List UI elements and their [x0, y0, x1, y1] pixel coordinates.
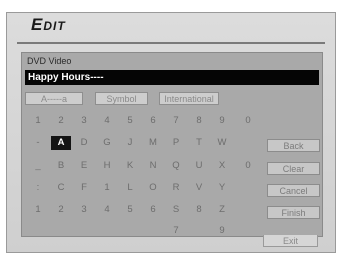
key-cell[interactable]: R: [166, 181, 186, 195]
key-cell[interactable]: 9: [212, 224, 232, 238]
key-cell[interactable]: 4: [97, 203, 117, 217]
key-cell[interactable]: K: [120, 159, 140, 173]
key-cell[interactable]: Y: [212, 181, 232, 195]
key-cell[interactable]: F: [74, 181, 94, 195]
key-cell[interactable]: A: [51, 136, 71, 150]
title-divider: [17, 42, 325, 44]
exit-button[interactable]: Exit: [263, 235, 318, 247]
key-cell[interactable]: 8: [189, 114, 209, 128]
key-cell[interactable]: 9: [212, 114, 232, 128]
key-cell[interactable]: W: [212, 136, 232, 150]
key-cell[interactable]: T: [189, 136, 209, 150]
key-cell[interactable]: U: [189, 159, 209, 173]
key-cell[interactable]: 7: [166, 114, 186, 128]
key-cell[interactable]: B: [51, 159, 71, 173]
key-cell[interactable]: 6: [143, 203, 163, 217]
key-cell[interactable]: 0: [238, 114, 258, 128]
key-cell[interactable]: N: [143, 159, 163, 173]
key-cell[interactable]: 2: [51, 114, 71, 128]
title-name-field[interactable]: Happy Hours----: [25, 70, 319, 85]
key-cell[interactable]: L: [120, 181, 140, 195]
key-cell[interactable]: P: [166, 136, 186, 150]
page-title: Edit: [31, 15, 66, 34]
mode-alphabet-button[interactable]: A-----a: [25, 92, 83, 105]
key-cell[interactable]: G: [97, 136, 117, 150]
key-cell[interactable]: 1: [28, 114, 48, 128]
key-cell[interactable]: X: [212, 159, 232, 173]
key-cell[interactable]: Z: [212, 203, 232, 217]
mode-symbol-button[interactable]: Symbol: [95, 92, 148, 105]
key-cell[interactable]: :: [28, 181, 48, 195]
key-cell[interactable]: Q: [166, 159, 186, 173]
key-cell[interactable]: 0: [238, 159, 258, 173]
key-cell[interactable]: E: [74, 159, 94, 173]
key-cell[interactable]: -: [28, 136, 48, 150]
key-cell[interactable]: 7: [166, 224, 186, 238]
key-cell[interactable]: 5: [120, 203, 140, 217]
key-cell[interactable]: M: [143, 136, 163, 150]
key-cell[interactable]: H: [97, 159, 117, 173]
key-cell[interactable]: 6: [143, 114, 163, 128]
key-cell[interactable]: _: [28, 159, 48, 173]
key-cell[interactable]: V: [189, 181, 209, 195]
key-cell[interactable]: D: [74, 136, 94, 150]
edit-panel: DVD Video Happy Hours---- A-----a Symbol…: [21, 52, 323, 237]
key-cell[interactable]: O: [143, 181, 163, 195]
key-cell[interactable]: 1: [97, 181, 117, 195]
clear-button[interactable]: Clear: [267, 162, 320, 175]
key-cell[interactable]: S: [166, 203, 186, 217]
key-cell[interactable]: J: [120, 136, 140, 150]
key-cell[interactable]: C: [51, 181, 71, 195]
mode-international-button[interactable]: International: [159, 92, 219, 105]
key-cell[interactable]: 5: [120, 114, 140, 128]
key-cell[interactable]: 4: [97, 114, 117, 128]
key-cell[interactable]: 1: [28, 203, 48, 217]
cancel-button[interactable]: Cancel: [267, 184, 320, 197]
edit-screen: Edit DVD Video Happy Hours---- A-----a S…: [6, 12, 336, 253]
key-cell[interactable]: 8: [189, 203, 209, 217]
back-button[interactable]: Back: [267, 139, 320, 152]
finish-button[interactable]: Finish: [267, 206, 320, 219]
key-cell[interactable]: 3: [74, 114, 94, 128]
key-cell[interactable]: 2: [51, 203, 71, 217]
key-cell[interactable]: 3: [74, 203, 94, 217]
panel-label: DVD Video: [27, 56, 72, 66]
